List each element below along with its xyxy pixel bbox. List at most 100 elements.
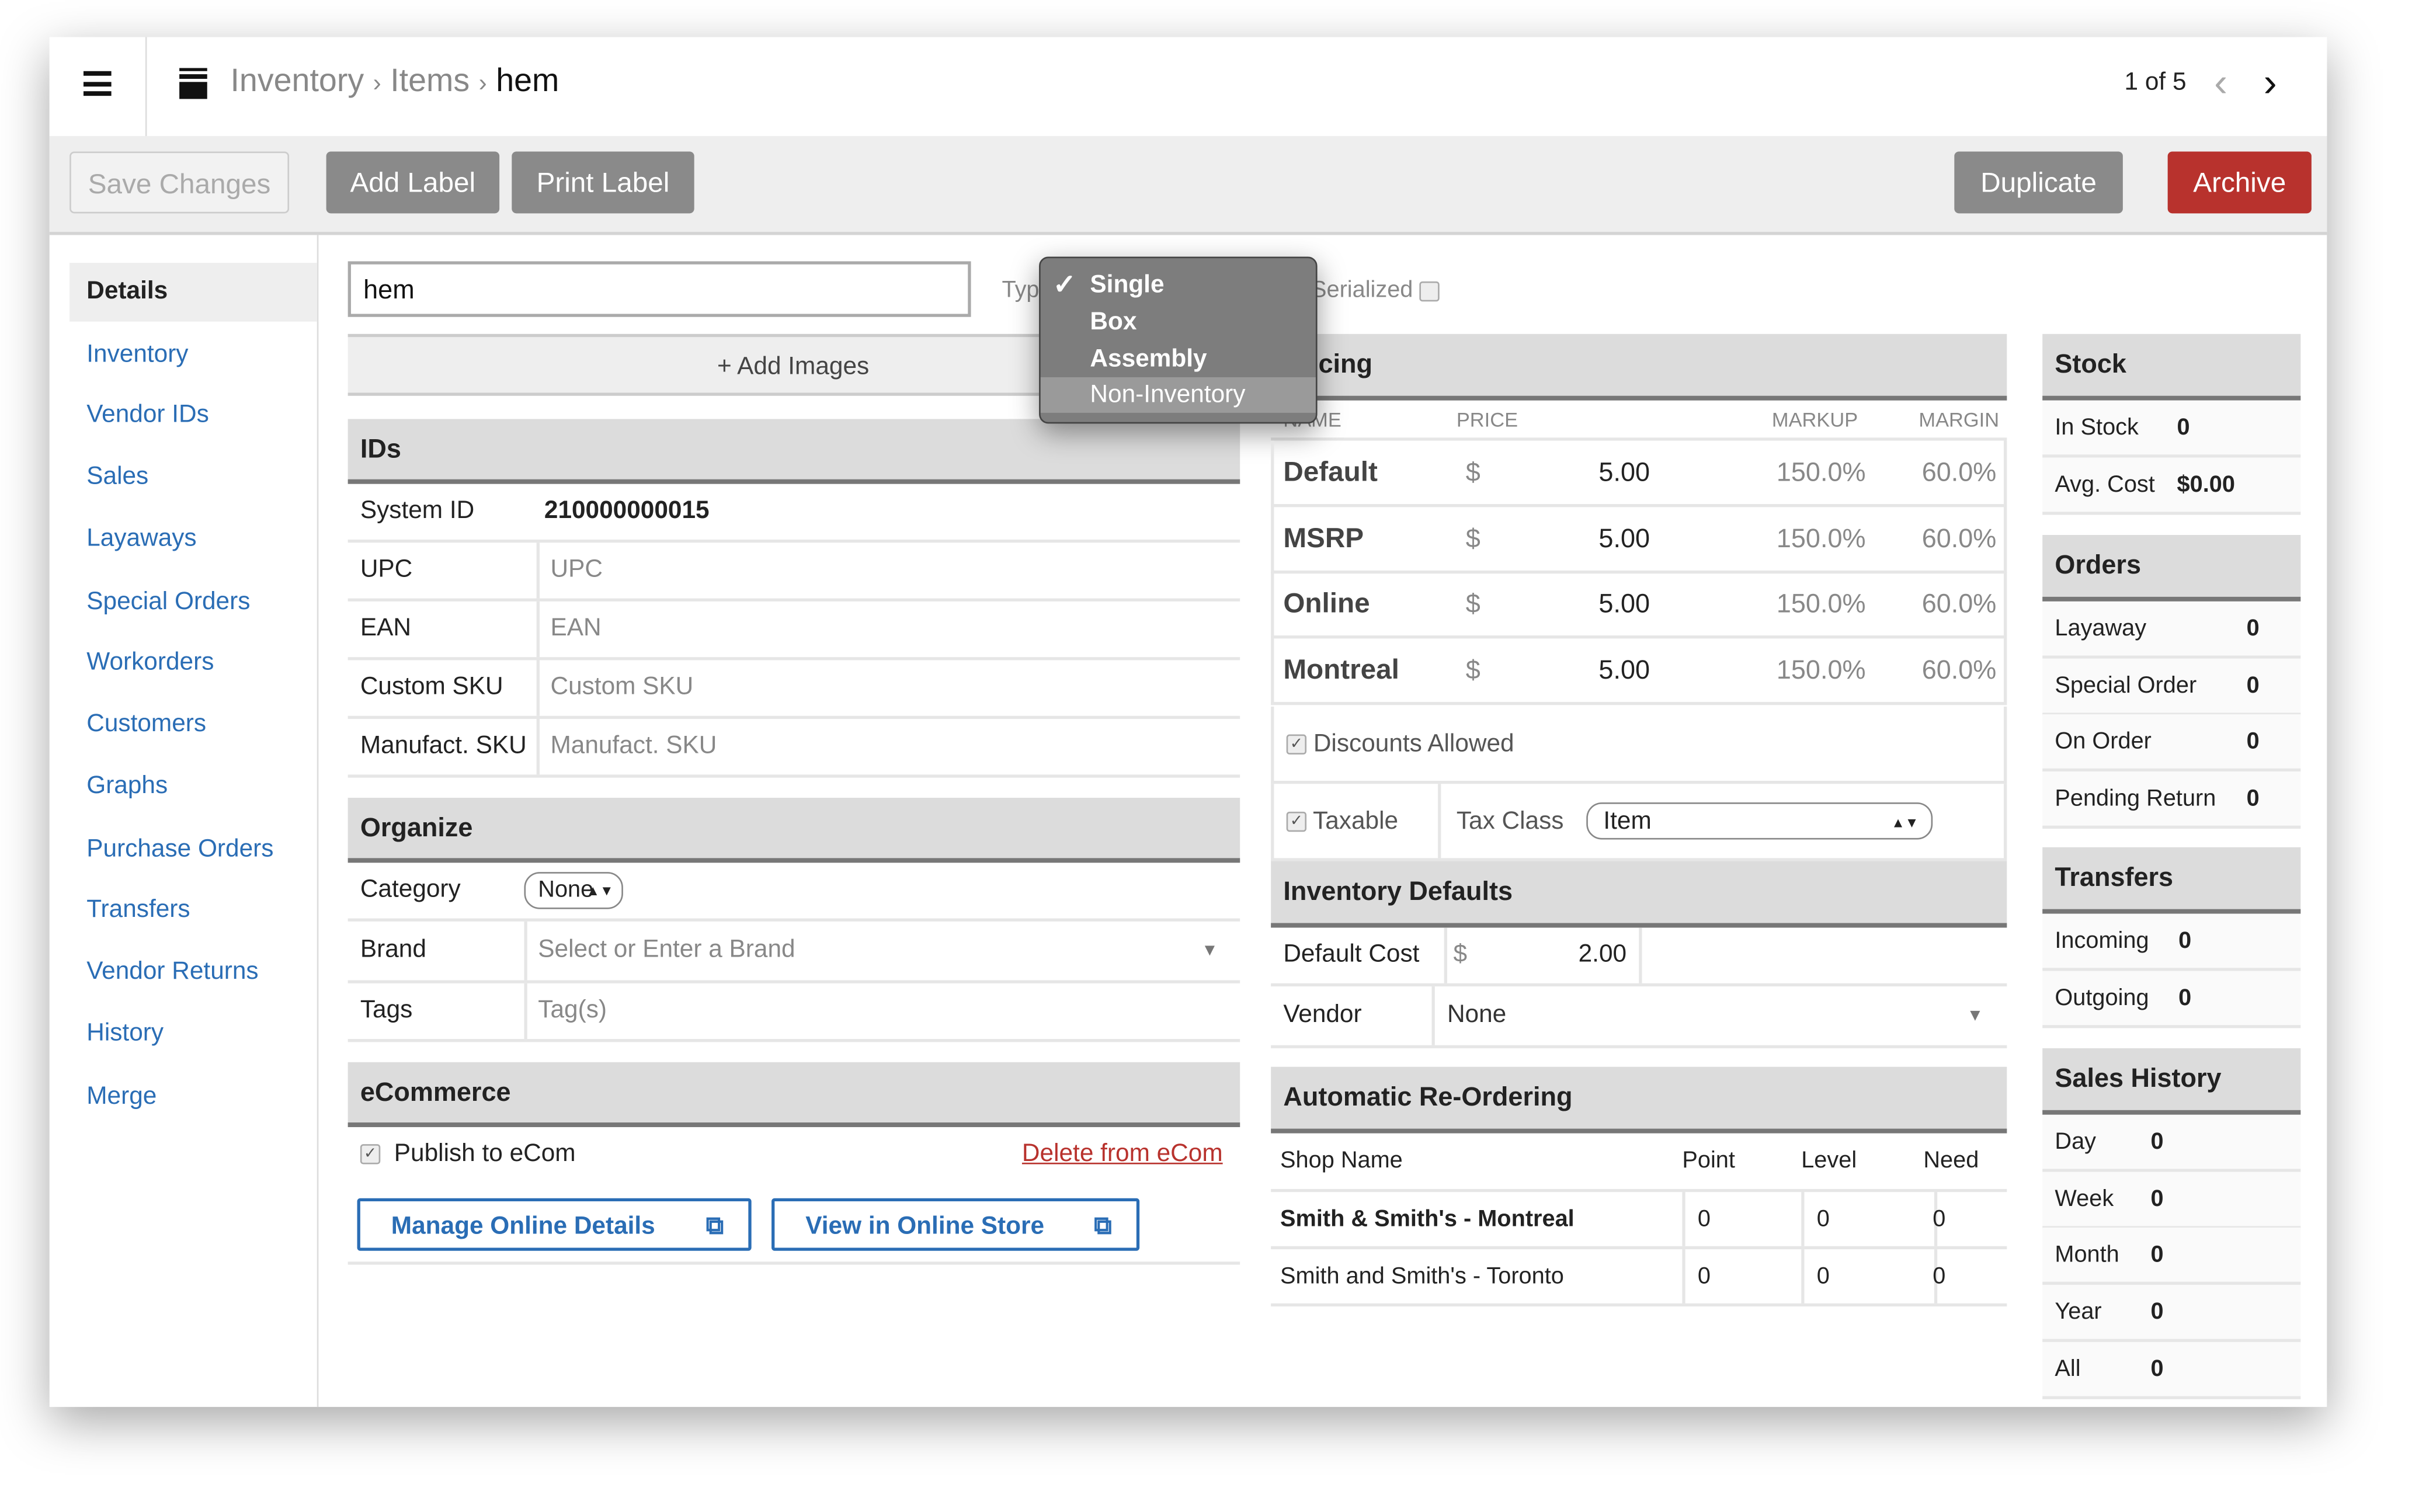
stock-header: Stock bbox=[2042, 333, 2301, 401]
sidebar-item-inventory[interactable]: Inventory bbox=[86, 342, 188, 370]
ids-row-ean: EAN EAN bbox=[347, 601, 1240, 661]
sidebar: Details Inventory Vendor IDs Sales Layaw… bbox=[50, 235, 319, 1407]
add-label-button[interactable]: Add Label bbox=[326, 151, 500, 214]
publish-checkbox[interactable]: ✓ bbox=[360, 1144, 381, 1165]
prev-icon[interactable]: ‹ bbox=[2214, 59, 2227, 107]
auto-reorder-header: Automatic Re-Ordering bbox=[1271, 1066, 2007, 1134]
view-in-online-store-button[interactable]: View in Online Store ⧉ bbox=[771, 1198, 1140, 1251]
reorder-point-input[interactable]: 0 bbox=[1682, 1249, 1815, 1304]
reorder-point-input[interactable]: 0 bbox=[1682, 1192, 1815, 1246]
type-option-assembly[interactable]: Assembly bbox=[1090, 346, 1207, 374]
category-select[interactable]: None ▲▼ bbox=[524, 872, 623, 909]
sidebar-item-graphs[interactable]: Graphs bbox=[86, 773, 168, 801]
item-name-input[interactable]: hem bbox=[347, 261, 971, 317]
header: Inventory › Items › hem 1 of 5 ‹ › bbox=[49, 37, 2327, 138]
custom-sku-input[interactable]: Custom SKU bbox=[536, 660, 1254, 716]
chevron-down-icon[interactable]: ▼ bbox=[1201, 922, 1218, 981]
pricing-header-row: NAMEPRICEMARKUPMARGIN bbox=[1271, 401, 2007, 441]
select-arrows-icon: ▲▼ bbox=[586, 882, 614, 899]
sales-history-row: Year 0 bbox=[2042, 1285, 2301, 1343]
discounts-checkbox[interactable]: ✓ bbox=[1286, 735, 1307, 755]
brand-input[interactable]: Select or Enter a Brand bbox=[524, 921, 1241, 981]
category-row: Category None ▲▼ bbox=[347, 863, 1240, 922]
pager-text: 1 of 5 bbox=[2124, 69, 2187, 96]
ean-input[interactable]: EAN bbox=[536, 601, 1254, 658]
sidebar-item-details[interactable]: Details bbox=[86, 279, 168, 307]
sales-history-header: Sales History bbox=[2042, 1048, 2301, 1115]
check-icon: ✓ bbox=[1052, 269, 1076, 300]
orders-row: On Order 0 bbox=[2042, 715, 2301, 773]
tags-row: Tags Tag(s) bbox=[347, 983, 1241, 1042]
sidebar-item-workorders[interactable]: Workorders bbox=[86, 649, 214, 677]
default-cost-input[interactable]: 2.00 bbox=[1472, 927, 1642, 983]
breadcrumb-inventory[interactable]: Inventory bbox=[230, 64, 364, 99]
type-option-single[interactable]: Single bbox=[1090, 272, 1164, 300]
sidebar-item-vendor-returns[interactable]: Vendor Returns bbox=[86, 958, 258, 986]
publish-ecom: ✓ Publish to eCom bbox=[360, 1141, 576, 1169]
pricing-section-header: icing bbox=[1271, 333, 2007, 401]
brand-row: Brand Select or Enter a Brand ▼ bbox=[347, 921, 1241, 983]
sidebar-item-purchase-orders[interactable]: Purchase Orders bbox=[86, 836, 273, 864]
stock-row: Avg. Cost $0.00 bbox=[2042, 457, 2301, 515]
sales-history-row: Month 0 bbox=[2042, 1228, 2301, 1286]
tax-class-select[interactable]: Item ▲▼ bbox=[1586, 802, 1933, 840]
vendor-row: Vendor None ▼ bbox=[1271, 986, 2007, 1048]
reorder-header-row: Shop Name Point Level Need bbox=[1271, 1134, 2007, 1193]
sidebar-item-layaways[interactable]: Layaways bbox=[86, 526, 196, 554]
price-row: Default $ 5.00 150.0% 60.0% bbox=[1271, 440, 2007, 508]
external-link-icon: ⧉ bbox=[1094, 1214, 1112, 1240]
duplicate-button[interactable]: Duplicate bbox=[1954, 151, 2123, 214]
type-option-box[interactable]: Box bbox=[1090, 309, 1137, 337]
sidebar-item-special-orders[interactable]: Special Orders bbox=[86, 589, 250, 617]
save-changes-button[interactable]: Save Changes bbox=[69, 151, 290, 214]
reorder-row: Smith and Smith's - Toronto 0 0 0 bbox=[1271, 1249, 2007, 1307]
orders-row: Layaway 0 bbox=[2042, 601, 2301, 659]
upc-input[interactable]: UPC bbox=[536, 543, 1254, 599]
select-arrows-icon: ▲▼ bbox=[1891, 815, 1919, 830]
stock-row: In Stock 0 bbox=[2042, 400, 2301, 458]
sidebar-item-customers[interactable]: Customers bbox=[86, 711, 206, 739]
sidebar-item-history[interactable]: History bbox=[86, 1020, 164, 1048]
taxable-checkbox[interactable]: ✓ bbox=[1286, 812, 1307, 833]
sidebar-item-sales[interactable]: Sales bbox=[86, 464, 148, 492]
toolbar: Save Changes Add Label Print Label Dupli… bbox=[49, 135, 2327, 235]
next-icon[interactable]: › bbox=[2264, 59, 2277, 107]
price-input[interactable]: 5.00 bbox=[1598, 638, 1650, 702]
tags-input[interactable]: Tag(s) bbox=[524, 983, 1241, 1040]
price-input[interactable]: 5.00 bbox=[1598, 441, 1650, 505]
sidebar-item-merge[interactable]: Merge bbox=[86, 1084, 157, 1112]
reorder-row: Smith & Smith's - Montreal 0 0 0 bbox=[1271, 1192, 2007, 1250]
archive-button[interactable]: Archive bbox=[2167, 151, 2312, 214]
price-row: Online $ 5.00 150.0% 60.0% bbox=[1271, 572, 2007, 639]
breadcrumb-current: hem bbox=[496, 63, 559, 99]
serialized-label: Serialized bbox=[1311, 277, 1440, 303]
transfers-row: Outgoing 0 bbox=[2042, 970, 2301, 1028]
inventory-icon bbox=[179, 68, 207, 99]
breadcrumb-items[interactable]: Items bbox=[390, 64, 470, 99]
ids-row-system-id: System ID 210000000015 bbox=[347, 484, 1240, 543]
ids-row-upc: UPC UPC bbox=[347, 543, 1240, 602]
ecommerce-section-header: eCommerce bbox=[347, 1062, 1240, 1127]
item-window: Inventory › Items › hem 1 of 5 ‹ › Save … bbox=[49, 37, 2327, 1407]
type-dropdown-menu: ✓ Single Box Assembly Non-Inventory bbox=[1039, 256, 1318, 424]
delete-from-ecom-link[interactable]: Delete from eCom bbox=[1022, 1141, 1223, 1169]
reorder-level-input[interactable]: 0 bbox=[1801, 1192, 1938, 1246]
chevron-down-icon[interactable]: ▼ bbox=[1966, 986, 1983, 1045]
sidebar-item-transfers[interactable]: Transfers bbox=[86, 896, 190, 924]
vendor-select[interactable]: None bbox=[1431, 986, 2022, 1045]
print-label-button[interactable]: Print Label bbox=[512, 151, 694, 214]
menu-icon[interactable] bbox=[83, 71, 112, 96]
price-row: Montreal $ 5.00 150.0% 60.0% bbox=[1271, 638, 2007, 705]
default-cost-row: Default Cost $ 2.00 bbox=[1271, 927, 2007, 987]
price-input[interactable]: 5.00 bbox=[1598, 507, 1650, 571]
reorder-level-input[interactable]: 0 bbox=[1801, 1249, 1938, 1304]
orders-row: Special Order 0 bbox=[2042, 658, 2301, 715]
manufact-sku-input[interactable]: Manufact. SKU bbox=[536, 719, 1254, 775]
manage-online-details-button[interactable]: Manage Online Details ⧉ bbox=[357, 1198, 752, 1251]
inventory-defaults-header: Inventory Defaults bbox=[1271, 861, 2007, 928]
sidebar-item-vendor-ids[interactable]: Vendor IDs bbox=[86, 402, 209, 430]
price-input[interactable]: 5.00 bbox=[1598, 572, 1650, 636]
type-option-non-inventory[interactable]: Non-Inventory bbox=[1090, 382, 1245, 410]
serialized-checkbox[interactable] bbox=[1419, 280, 1440, 301]
ids-section-header: IDs bbox=[347, 419, 1240, 484]
